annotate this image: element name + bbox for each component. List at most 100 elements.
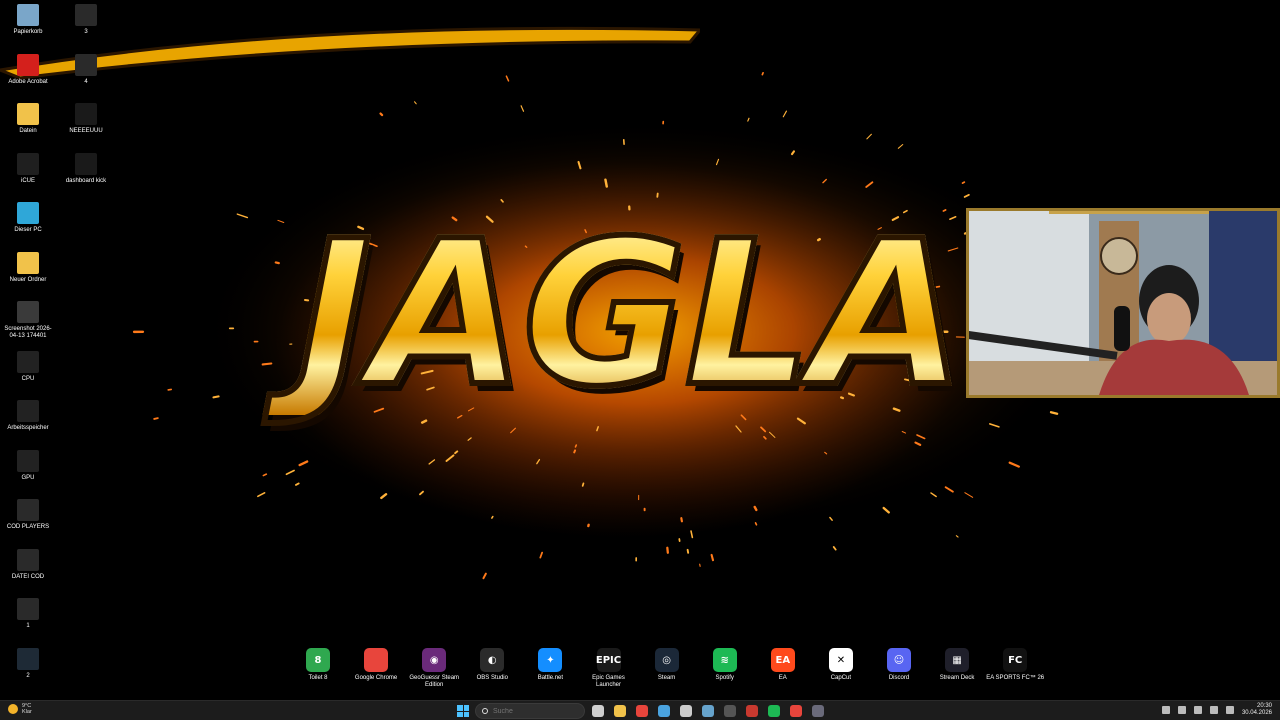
chrome-icon[interactable] <box>636 705 648 717</box>
dock-item-label: EA <box>778 675 787 681</box>
spark <box>882 506 890 514</box>
dock-item-label: CapCut <box>830 675 852 681</box>
dock-item[interactable]: FC EA SPORTS FC™ 26 <box>986 648 1044 682</box>
spark <box>520 105 525 112</box>
desktop-icon[interactable]: 3 <box>58 4 114 36</box>
desktop-icon-label: 4 <box>84 78 88 85</box>
spark <box>482 572 487 580</box>
desktop-icon[interactable]: Dieser PC <box>0 202 56 234</box>
windows-logo-icon <box>457 705 463 711</box>
spotify-icon[interactable] <box>768 705 780 717</box>
webcam-feed <box>969 211 1277 395</box>
file-explorer-icon[interactable] <box>614 705 626 717</box>
desktop-icon[interactable]: Arbeitsspeicher <box>0 400 56 432</box>
search-icon <box>482 708 488 714</box>
clock-time: 20:30 <box>1256 703 1272 709</box>
desktop-icon[interactable]: dashboard kick <box>58 152 114 185</box>
desktop-icon[interactable]: 4 <box>58 53 114 86</box>
spark <box>1008 461 1020 468</box>
battery-icon[interactable] <box>1225 706 1234 714</box>
obs-icon: ◐ <box>480 648 505 672</box>
spark <box>897 144 904 149</box>
spark <box>754 522 758 526</box>
steam-icon[interactable] <box>702 705 714 717</box>
folder-icon <box>17 251 39 274</box>
spark <box>680 517 683 523</box>
desktop-icon[interactable]: 1 <box>0 598 56 630</box>
desktop-icon[interactable]: iCUE <box>0 152 56 185</box>
taskbar: 9°C Klar 20:30 30.04.2026 <box>0 700 1280 720</box>
spark <box>710 553 715 562</box>
dock-item[interactable]: ▦ Stream Deck <box>928 648 986 682</box>
spark <box>761 71 764 76</box>
dock-item[interactable]: EPIC Epic Games Launcher <box>580 648 638 689</box>
obs-icon[interactable] <box>724 705 736 717</box>
chrome-icon[interactable] <box>790 705 802 717</box>
desktop-icon[interactable]: CPU <box>0 350 56 383</box>
app-icon[interactable] <box>812 705 824 717</box>
desktop-icon[interactable]: Neuer Ordner <box>0 251 56 284</box>
weather-desc: Klar <box>22 709 32 715</box>
desktop-icon[interactable]: Screenshot 2026-04-13 174401 <box>0 301 56 340</box>
chevron-up-icon[interactable] <box>1161 706 1170 714</box>
desktop-icon[interactable]: DATEI COD <box>0 548 56 581</box>
weather-widget[interactable]: 9°C Klar <box>8 703 32 715</box>
spark <box>964 492 974 498</box>
clock[interactable]: 20:30 30.04.2026 <box>1242 703 1272 717</box>
spark <box>782 110 788 118</box>
shortcut-icon <box>75 103 97 125</box>
dock-item-label: Epic Games Launcher <box>592 675 625 688</box>
desktop-icon[interactable]: GPU <box>0 449 56 482</box>
system-tray: 20:30 30.04.2026 <box>1161 703 1272 717</box>
shortcut-icon <box>17 548 39 571</box>
spark <box>832 546 837 551</box>
desktop-icon-label: dashboard kick <box>65 177 107 184</box>
desktop-icon-label: Screenshot 2026-04-13 174401 <box>4 326 52 339</box>
epic-games-icon: EPIC <box>596 648 621 672</box>
dock-item[interactable]: ✕ CapCut <box>812 648 870 682</box>
store-icon[interactable] <box>680 705 692 717</box>
image-file-icon <box>17 301 39 323</box>
volume-icon[interactable] <box>1209 706 1218 714</box>
spark <box>539 551 544 559</box>
desktop-icon[interactable]: Datein <box>0 103 56 135</box>
dock-item[interactable]: ◎ Steam <box>638 648 696 682</box>
spark <box>747 117 750 122</box>
dock-item-label: Battle.net <box>537 675 564 681</box>
desktop-icon[interactable]: NEEEEUUU <box>58 103 114 135</box>
dock-item[interactable]: ✦ Battle.net <box>521 648 579 682</box>
dock-item[interactable]: Google Chrome <box>347 648 405 682</box>
dock-item-label: Google Chrome <box>354 675 398 681</box>
screenshot-tool-icon[interactable] <box>658 705 670 717</box>
spark <box>491 515 494 519</box>
shortcut-icon <box>75 4 97 26</box>
desktop-icon[interactable]: Papierkorb <box>0 4 56 36</box>
dock-item-label: Toilet 8 <box>308 675 328 681</box>
dock-item[interactable]: ◐ OBS Studio <box>463 648 521 682</box>
desktop-icon-label: Dieser PC <box>14 227 42 233</box>
dock-item[interactable]: ≋ Spotify <box>696 648 754 682</box>
desktop-icon[interactable]: COD PLAYERS <box>0 499 56 531</box>
dock-item-label: EA SPORTS FC™ 26 <box>986 675 1045 681</box>
taskbar-search[interactable] <box>475 703 585 719</box>
desktop-icon-label: GPU <box>21 474 35 481</box>
desktop-icon-label: DATEI COD <box>11 573 45 580</box>
network-icon[interactable] <box>1193 706 1202 714</box>
desktop-icon[interactable]: Adobe Acrobat <box>0 53 56 86</box>
webcam-overlay <box>966 208 1280 398</box>
microphone-icon[interactable] <box>1177 706 1186 714</box>
search-input[interactable] <box>493 707 573 715</box>
spark <box>257 492 266 498</box>
desktop-icon-label: 2 <box>26 672 30 679</box>
dock-item[interactable]: ☺ Discord <box>870 648 928 682</box>
start-button[interactable] <box>457 705 469 717</box>
spark <box>1049 411 1059 415</box>
task-view-icon[interactable] <box>592 705 604 717</box>
spark <box>153 417 159 420</box>
app-icon[interactable] <box>746 705 758 717</box>
dock-item[interactable]: ◉ GeoGuessr Steam Edition <box>405 648 463 689</box>
acrobat-icon <box>17 53 39 76</box>
desktop-icon[interactable]: 2 <box>0 647 56 680</box>
dock-item[interactable]: 8 Toilet 8 <box>289 648 347 682</box>
dock-item[interactable]: EA EA <box>754 648 812 682</box>
